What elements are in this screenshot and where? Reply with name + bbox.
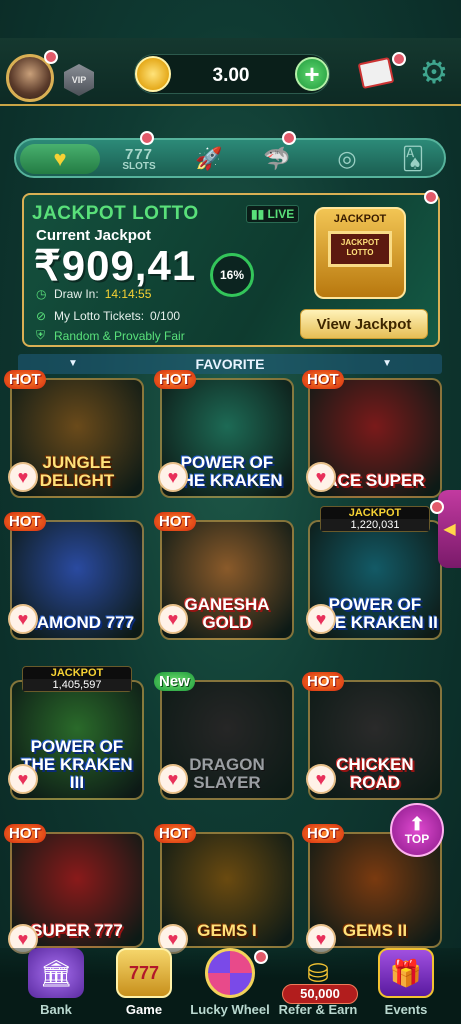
fair-row: ⛨ Random & Provably Fair [36,328,185,343]
roulette-icon: ◎ [337,146,357,171]
top-bar: VIP 3.00 + ⚙ [0,38,461,106]
add-coins-button[interactable]: + [295,57,329,91]
coin-balance: 3.00 + [134,54,330,94]
tab-roulette[interactable]: ◎ [314,144,380,174]
arrow-up-icon: ⬆ [409,814,425,834]
refer-amount-badge: 50,000 [282,984,358,1004]
favorite-heart-icon[interactable]: ♥ [8,764,38,794]
tile-jackpot-box: JACKPOT 1,405,597 [22,666,132,692]
favorite-heart-icon[interactable]: ♥ [158,604,188,634]
notification-dot [392,52,406,66]
notification-dot [254,950,268,964]
ticket-icon: ⊘ [36,309,47,323]
hot-badge: HOT [302,672,344,691]
favorite-heart-icon[interactable]: ♥ [158,764,188,794]
gift-icon: 🎁 [378,948,434,998]
favorite-header[interactable]: ▼ FAVORITE ▼ [18,354,442,374]
favorite-heart-icon[interactable]: ♥ [158,462,188,492]
tab-fishing[interactable]: 🦈 [244,144,310,174]
favorite-heart-icon[interactable]: ♥ [306,604,336,634]
tile-jackpot-value: 1,220,031 [321,519,429,531]
tickets-row: ⊘ My Lotto Tickets: 0/100 [36,309,181,323]
vip-label: VIP [71,75,87,85]
bottom-nav: 🏛 Bank 777 Game Lucky Wheel ⛁ Refer & Ea… [0,948,461,1024]
favorite-heart-icon[interactable]: ♥ [306,764,336,794]
jackpot-amount: ₹909,41 [34,242,197,289]
notification-dot [430,500,444,514]
view-jackpot-button[interactable]: View Jackpot [300,309,428,339]
clock-icon: ◷ [36,287,47,301]
slots-icon: 777 [116,948,172,998]
nav-game[interactable]: 777 Game [98,948,190,1024]
hot-badge: HOT [154,370,196,389]
hot-badge: HOT [4,370,46,389]
favorite-heart-icon[interactable]: ♥ [8,462,38,492]
tile-jackpot-box: JACKPOT 1,220,031 [320,506,430,532]
wheel-icon [205,948,255,998]
jackpot-title: JACKPOT LOTTO [32,203,199,224]
new-badge: New [154,672,195,691]
slots-label: 777 SLOTS [122,145,156,172]
coin-icon [135,56,171,92]
tab-slots[interactable]: 777 SLOTS [106,144,172,174]
tab-rocket[interactable]: 🚀 [176,144,242,174]
draw-row: ◷ Draw In: 14:14:55 [36,287,152,301]
scroll-top-button[interactable]: ⬆ TOP [390,803,444,857]
hot-badge: HOT [154,512,196,531]
hot-badge: HOT [302,824,344,843]
tile-jackpot-label: JACKPOT [348,507,402,519]
nav-events[interactable]: 🎁 Events [360,948,452,1024]
live-badge: ▮▮ LIVE [246,205,300,223]
heart-icon: ♥ [53,146,67,171]
shark-icon: 🦈 [263,146,291,171]
rocket-icon: 🚀 [195,146,223,171]
favorite-heart-icon[interactable]: ♥ [8,604,38,634]
shield-icon: ⛨ [36,328,46,342]
progress-ring: 16% [210,253,254,297]
favorite-heart-icon[interactable]: ♥ [306,462,336,492]
notification-dot [140,131,154,145]
notification-dot [282,131,296,145]
jackpot-lotto-panel: JACKPOT LOTTO ▮▮ LIVE Current Jackpot ₹9… [22,193,440,347]
hot-badge: HOT [4,824,46,843]
notification-dot [424,190,438,204]
coin-value: 3.00 [212,65,250,86]
tile-jackpot-label: JACKPOT [50,667,104,679]
hot-badge: HOT [302,370,344,389]
vip-badge[interactable]: VIP [64,64,94,96]
caret-icon: ▼ [68,358,78,369]
category-tabs: ♥ 777 SLOTS 🚀 🦈 ◎ 🂡 [14,138,446,178]
caret-icon: ▼ [382,358,392,369]
mail-icon[interactable] [357,56,395,90]
hot-badge: HOT [154,824,196,843]
nav-bank[interactable]: 🏛 Bank [10,948,102,1024]
notification-dot [44,50,58,64]
tile-jackpot-value: 1,405,597 [23,679,131,691]
cards-icon: 🂡 [401,146,425,171]
tab-cards[interactable]: 🂡 [380,144,446,174]
tab-favorite[interactable]: ♥ [20,144,100,174]
hot-badge: HOT [4,512,46,531]
bank-icon: 🏛 [28,948,84,998]
gear-icon[interactable]: ⚙ [416,54,452,90]
jackpot-machine-image: JACKPOT JACKPOT LOTTO [314,207,406,299]
